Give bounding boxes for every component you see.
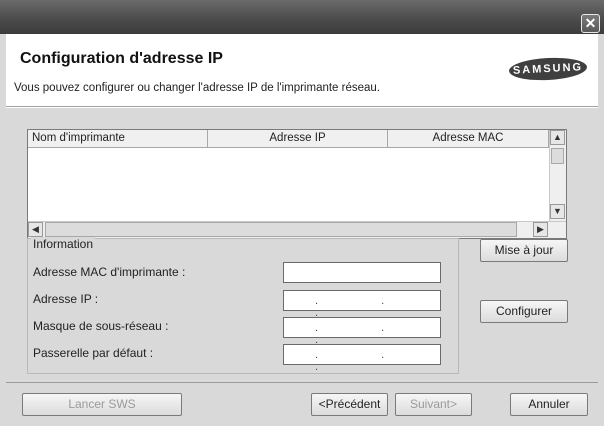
vertical-scroll-thumb[interactable] <box>551 148 564 164</box>
close-button[interactable]: ✕ <box>581 14 600 33</box>
information-legend: Information <box>31 237 96 251</box>
ip-address-value: . . . <box>315 295 415 319</box>
scroll-down-icon[interactable]: ▼ <box>550 204 565 219</box>
mac-address-field[interactable] <box>283 262 441 283</box>
update-button[interactable]: Mise à jour <box>480 239 568 262</box>
scroll-right-icon[interactable]: ▶ <box>533 222 548 237</box>
header-banner: Configuration d'adresse IP Vous pouvez c… <box>6 34 598 107</box>
vertical-scrollbar[interactable]: ▲ ▼ <box>549 130 566 221</box>
configure-button[interactable]: Configurer <box>480 300 568 323</box>
horizontal-scrollbar[interactable]: ◀ ▶ <box>28 221 566 238</box>
footer-divider <box>6 382 598 383</box>
column-header-printer-name[interactable]: Nom d'imprimante <box>28 130 208 148</box>
scroll-left-icon[interactable]: ◀ <box>28 222 43 237</box>
title-bar: ✕ <box>0 0 604 34</box>
page-title: Configuration d'adresse IP <box>20 50 223 67</box>
page-subtitle: Vous pouvez configurer ou changer l'adre… <box>14 82 381 94</box>
default-gateway-field[interactable]: . . . <box>283 344 441 373</box>
default-gateway-value: . . . <box>315 349 415 373</box>
launch-sws-button[interactable]: Lancer SWS <box>22 393 182 416</box>
subnet-mask-value: . . . <box>315 322 415 346</box>
column-header-ip-address[interactable]: Adresse IP <box>208 130 388 148</box>
header-divider <box>6 107 598 108</box>
samsung-logo: SAMSUNG <box>508 55 588 83</box>
scroll-up-icon[interactable]: ▲ <box>550 130 565 145</box>
previous-button[interactable]: <Précédent <box>311 393 388 416</box>
default-gateway-label: Passerelle par défaut : <box>33 346 154 360</box>
mac-address-label: Adresse MAC d'imprimante : <box>33 265 186 279</box>
ip-address-field[interactable]: . . . <box>283 290 441 319</box>
ip-address-label: Adresse IP : <box>33 292 99 306</box>
subnet-mask-label: Masque de sous-réseau : <box>33 319 169 333</box>
cancel-button[interactable]: Annuler <box>510 393 588 416</box>
printer-list-table[interactable]: Nom d'imprimante Adresse IP Adresse MAC … <box>27 129 567 239</box>
next-button[interactable]: Suivant> <box>395 393 472 416</box>
subnet-mask-field[interactable]: . . . <box>283 317 441 346</box>
horizontal-scroll-thumb[interactable] <box>45 222 517 237</box>
column-header-mac-address[interactable]: Adresse MAC <box>388 130 549 148</box>
